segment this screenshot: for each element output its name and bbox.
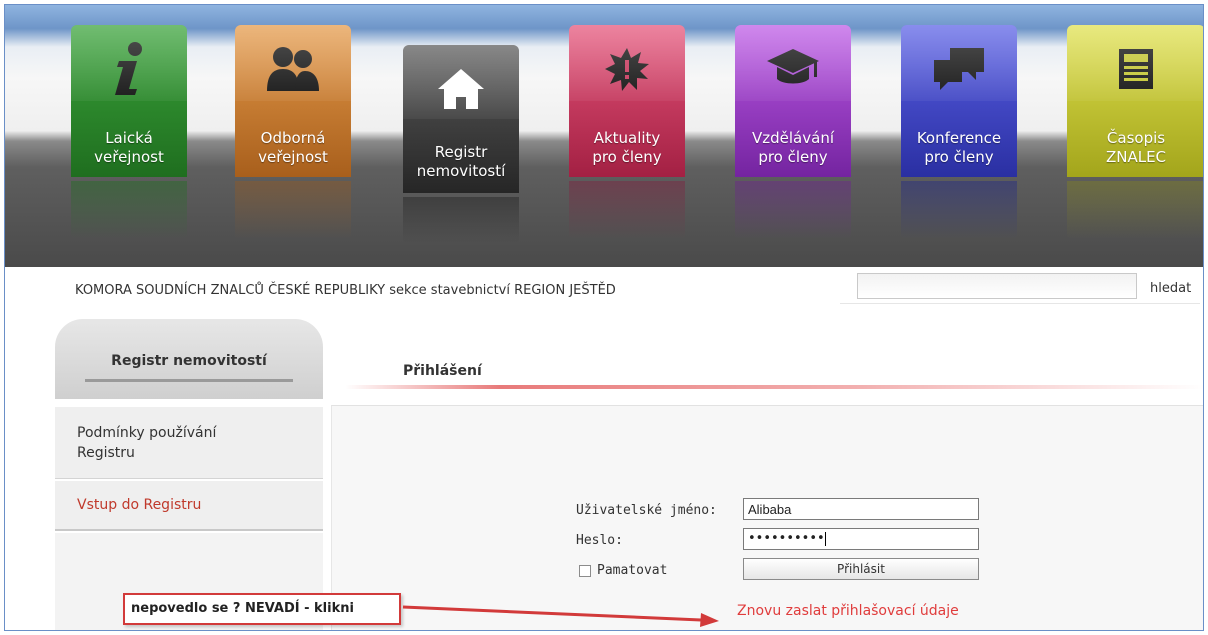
- divider: [85, 379, 293, 382]
- resend-credentials-link[interactable]: Znovu zaslat přihlašovací údaje: [737, 603, 959, 619]
- tile-aktuality[interactable]: Aktuality pro členy: [569, 25, 685, 177]
- sidebar-item-label: Podmínky používání: [77, 425, 217, 441]
- tab-prihlaseni[interactable]: Přihlášení: [403, 363, 482, 379]
- people-icon: [235, 39, 351, 99]
- sidebar-title: Registr nemovitostí: [111, 353, 267, 369]
- tab-underline: [345, 385, 1203, 389]
- tile-konference[interactable]: Konference pro členy: [901, 25, 1017, 177]
- sidebar-item-vstup[interactable]: Vstup do Registru: [55, 481, 323, 531]
- tile-reflection: [403, 197, 519, 243]
- tile-label: Vzdělávání pro členy: [752, 129, 834, 166]
- sidebar-header: Registr nemovitostí: [55, 319, 323, 399]
- remember-checkbox[interactable]: [579, 565, 591, 577]
- tile-vzdelavani[interactable]: Vzdělávání pro členy: [735, 25, 851, 177]
- site-brand: KOMORA SOUDNÍCH ZNALCŮ ČESKÉ REPUBLIKY s…: [75, 283, 616, 298]
- password-field[interactable]: ••••••••••: [743, 528, 979, 550]
- tile-label: Aktuality pro členy: [592, 129, 662, 166]
- tile-label: Odborná veřejnost: [258, 129, 328, 166]
- sidebar-item-label: Registru: [77, 445, 135, 461]
- browser-frame: Laická veřejnost Odborná veřejnost Registr…: [4, 4, 1204, 631]
- tile-label: Registr nemovitostí: [416, 143, 506, 180]
- sidebar-item-podminky[interactable]: Podmínky používání Registru: [55, 407, 323, 479]
- tile-reflection: [1067, 181, 1203, 239]
- tile-reflection: [735, 181, 851, 239]
- tile-casopis[interactable]: Časopis ZNALEC: [1067, 25, 1203, 177]
- remember-label: Pamatovat: [597, 563, 668, 578]
- search-input[interactable]: [857, 273, 1137, 299]
- tile-reflection: [71, 181, 187, 239]
- annotation-arrow: [402, 605, 719, 627]
- search-button[interactable]: hledat: [1150, 281, 1191, 296]
- sidebar-item-label: Vstup do Registru: [77, 497, 202, 513]
- tile-label: Časopis ZNALEC: [1105, 129, 1167, 166]
- text-cursor: [824, 531, 826, 546]
- tile-reflection: [235, 181, 351, 239]
- tile-odborna-verejnost[interactable]: Odborná veřejnost: [235, 25, 351, 177]
- tile-label: Konference pro členy: [916, 129, 1002, 166]
- annotation-callout: nepovedlo se ? NEVADÍ - klikni: [123, 593, 401, 625]
- chat-icon: [901, 39, 1017, 99]
- tile-label: Laická veřejnost: [94, 129, 164, 166]
- username-field[interactable]: [743, 498, 979, 520]
- tile-registr-nemovitosti[interactable]: Registr nemovitostí: [403, 45, 519, 193]
- burst-icon: [569, 39, 685, 99]
- newspaper-icon: [1067, 39, 1203, 99]
- username-label: Uživatelské jméno:: [576, 503, 717, 518]
- tile-reflection: [569, 181, 685, 239]
- divider: [840, 303, 1200, 304]
- home-icon: [403, 59, 519, 119]
- tile-reflection: [901, 181, 1017, 239]
- graduation-cap-icon: [735, 39, 851, 99]
- info-icon: [71, 39, 187, 99]
- password-value: ••••••••••: [748, 531, 825, 546]
- password-label: Heslo:: [576, 533, 623, 548]
- tile-laicka-verejnost[interactable]: Laická veřejnost: [71, 25, 187, 177]
- login-button[interactable]: Přihlásit: [743, 558, 979, 580]
- top-navigation: Laická veřejnost Odborná veřejnost Registr…: [5, 5, 1203, 267]
